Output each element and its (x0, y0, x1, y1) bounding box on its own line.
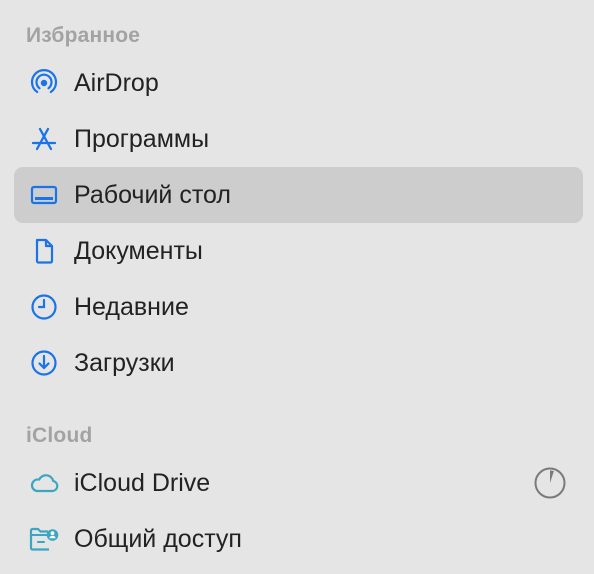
sidebar-item-label: Рабочий стол (74, 181, 231, 209)
sidebar-item-icloud-drive[interactable]: iCloud Drive (14, 455, 583, 511)
sidebar-item-recents[interactable]: Недавние (14, 279, 583, 335)
sidebar-item-label: iCloud Drive (74, 469, 211, 497)
desktop-icon (28, 179, 60, 211)
applications-icon (28, 123, 60, 155)
sidebar-item-label: Программы (74, 125, 210, 153)
sidebar-item-label: AirDrop (74, 69, 159, 97)
section-header-icloud: iCloud (26, 424, 93, 447)
sidebar-item-airdrop[interactable]: AirDrop (14, 55, 583, 111)
sidebar-item-label: Недавние (74, 293, 189, 321)
sidebar-item-label: Загрузки (74, 349, 175, 377)
sidebar-item-label: Документы (74, 237, 203, 265)
sync-progress-icon[interactable] (533, 466, 567, 500)
sidebar-item-downloads[interactable]: Загрузки (14, 335, 583, 391)
sidebar-item-documents[interactable]: Документы (14, 223, 583, 279)
sidebar-item-label: Общий доступ (74, 525, 242, 553)
sidebar-item-shared[interactable]: Общий доступ (14, 511, 583, 567)
sidebar-item-applications[interactable]: Программы (14, 111, 583, 167)
airdrop-icon (28, 67, 60, 99)
shared-folder-icon (28, 523, 60, 555)
sidebar-item-desktop[interactable]: Рабочий стол (14, 167, 583, 223)
finder-sidebar: Избранное AirDrop Программы Рабочий стол… (0, 0, 594, 574)
clock-icon (28, 291, 60, 323)
document-icon (28, 235, 60, 267)
cloud-icon (28, 467, 60, 499)
section-header-favorites: Избранное (26, 24, 141, 47)
download-icon (28, 347, 60, 379)
